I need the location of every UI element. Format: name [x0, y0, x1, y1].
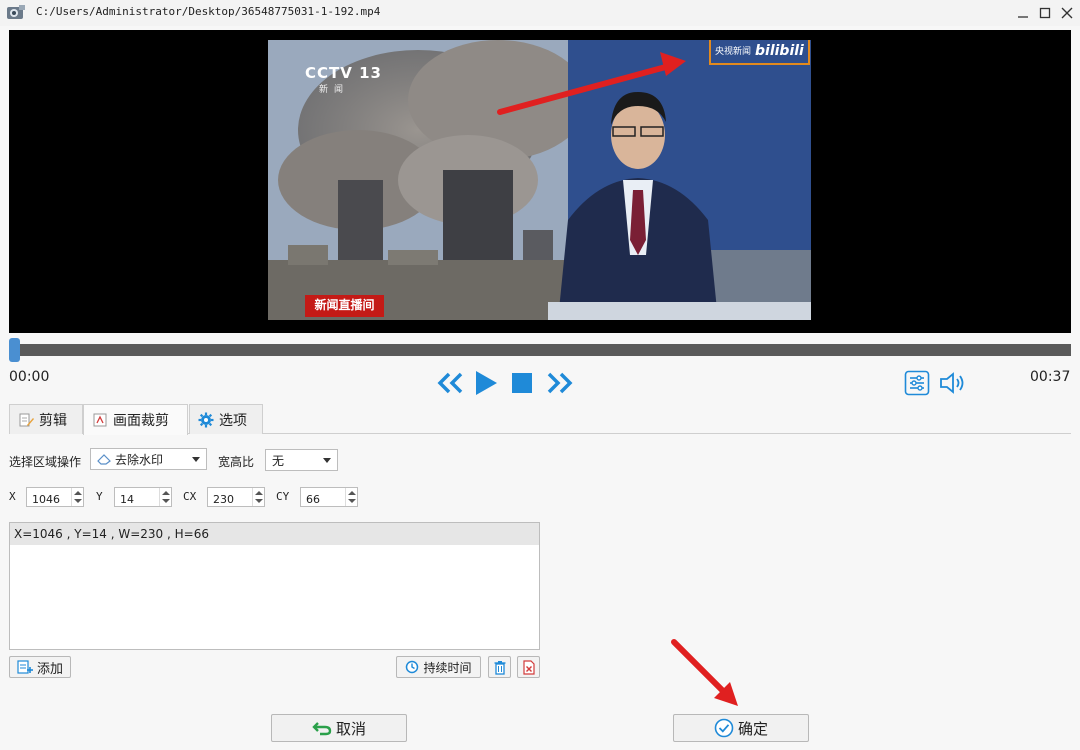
aspect-label: 宽高比: [218, 455, 255, 469]
cancel-button-label: 取消: [335, 719, 366, 738]
delete-button[interactable]: [488, 656, 511, 678]
clock-icon: [406, 660, 419, 674]
cancel-button[interactable]: 取消: [271, 714, 407, 742]
cx-stepper[interactable]: [207, 487, 265, 509]
video-preview[interactable]: CCTV 13 新闻 央视新闻 bilibili 新闻直播间: [9, 30, 1071, 333]
volume-button[interactable]: [938, 368, 968, 398]
equalizer-icon: [904, 370, 930, 396]
x-stepper[interactable]: [26, 487, 84, 509]
title-bar: C:/Users/Administrator/Desktop/365487750…: [0, 0, 1080, 26]
duration-button-label: 持续时间: [423, 660, 472, 675]
news-tag: 新闻直播间: [305, 295, 384, 317]
y-stepper-arrows[interactable]: [159, 488, 171, 506]
maximize-button[interactable]: [1034, 3, 1056, 23]
tab-crop-label: 画面裁剪: [113, 413, 169, 429]
x-stepper-arrows[interactable]: [71, 488, 83, 506]
stop-icon: [512, 373, 532, 393]
region-op-value: 去除水印: [115, 452, 164, 467]
maximize-icon: [1039, 7, 1051, 19]
eraser-icon: [97, 454, 111, 465]
clear-list-button[interactable]: [517, 656, 540, 678]
progress-track[interactable]: [14, 344, 1071, 356]
aspect-dropdown[interactable]: 无: [265, 449, 338, 471]
time-total: 00:37: [1030, 369, 1071, 385]
rewind-icon: [437, 372, 463, 394]
gear-icon: [198, 412, 214, 427]
chevron-down-icon: [192, 457, 200, 462]
watermark-selection-box[interactable]: 央视新闻 bilibili: [709, 40, 810, 65]
add-button[interactable]: 添加: [9, 656, 71, 678]
ok-button-label: 确定: [737, 719, 768, 738]
tab-bar: 剪辑 画面裁剪 选项: [9, 404, 1071, 435]
aspect-value: 无: [272, 453, 285, 468]
fast-forward-icon: [547, 372, 573, 394]
cx-stepper-arrows[interactable]: [252, 488, 264, 506]
undo-icon: [312, 722, 332, 736]
progress-thumb[interactable]: [9, 338, 20, 362]
cy-label: CY: [276, 490, 290, 503]
fast-forward-button[interactable]: [544, 368, 574, 398]
play-button[interactable]: [472, 368, 500, 398]
tab-options[interactable]: 选项: [189, 404, 263, 434]
edit-icon: [19, 413, 34, 426]
chevron-down-icon: [323, 458, 331, 463]
region-op-dropdown[interactable]: 去除水印: [90, 448, 207, 470]
app-icon: [7, 5, 25, 19]
trash-icon: [494, 660, 505, 675]
cx-label: CX: [183, 490, 197, 503]
add-button-label: 添加: [36, 661, 63, 677]
channel-logo-text: CCTV 13: [305, 64, 382, 82]
check-circle-icon: [714, 718, 734, 738]
crop-icon: [93, 413, 107, 427]
rewind-button[interactable]: [436, 368, 466, 398]
add-region-icon: [17, 660, 33, 674]
equalizer-button[interactable]: [903, 368, 931, 398]
tab-crop[interactable]: 画面裁剪: [83, 404, 188, 435]
region-list[interactable]: X=1046 , Y=14 , W=230 , H=66: [9, 522, 540, 650]
duration-button[interactable]: 持续时间: [396, 656, 481, 678]
cy-stepper-arrows[interactable]: [345, 488, 357, 506]
y-stepper[interactable]: [114, 487, 172, 509]
channel-sub-text: 新闻: [319, 85, 350, 95]
watermark-brand: bilibili: [755, 42, 804, 59]
time-current: 00:00: [9, 369, 50, 385]
channel-logo: CCTV 13 新闻: [305, 64, 382, 95]
tab-edit[interactable]: 剪辑: [9, 404, 83, 434]
cy-stepper[interactable]: [300, 487, 358, 509]
minimize-button[interactable]: [1012, 3, 1034, 23]
x-label: X: [9, 490, 16, 503]
y-label: Y: [96, 490, 103, 503]
stop-button[interactable]: [509, 368, 535, 398]
video-frame: CCTV 13 新闻 央视新闻 bilibili 新闻直播间: [268, 40, 811, 320]
minimize-icon: [1018, 16, 1028, 18]
clear-file-icon: [522, 659, 535, 675]
watermark-text: 央视新闻: [715, 47, 752, 57]
close-icon: [1061, 7, 1073, 19]
list-item[interactable]: X=1046 , Y=14 , W=230 , H=66: [10, 523, 539, 545]
close-button[interactable]: [1056, 3, 1078, 23]
volume-icon: [940, 372, 964, 394]
tab-options-label: 选项: [219, 412, 247, 429]
tab-edit-label: 剪辑: [39, 412, 67, 429]
ok-button[interactable]: 确定: [673, 714, 809, 742]
region-op-label: 选择区域操作: [9, 455, 82, 469]
play-icon: [476, 371, 497, 395]
window-title: C:/Users/Administrator/Desktop/365487750…: [36, 5, 381, 18]
app-window: C:/Users/Administrator/Desktop/365487750…: [0, 0, 1080, 750]
annotation-arrow: [671, 639, 738, 706]
